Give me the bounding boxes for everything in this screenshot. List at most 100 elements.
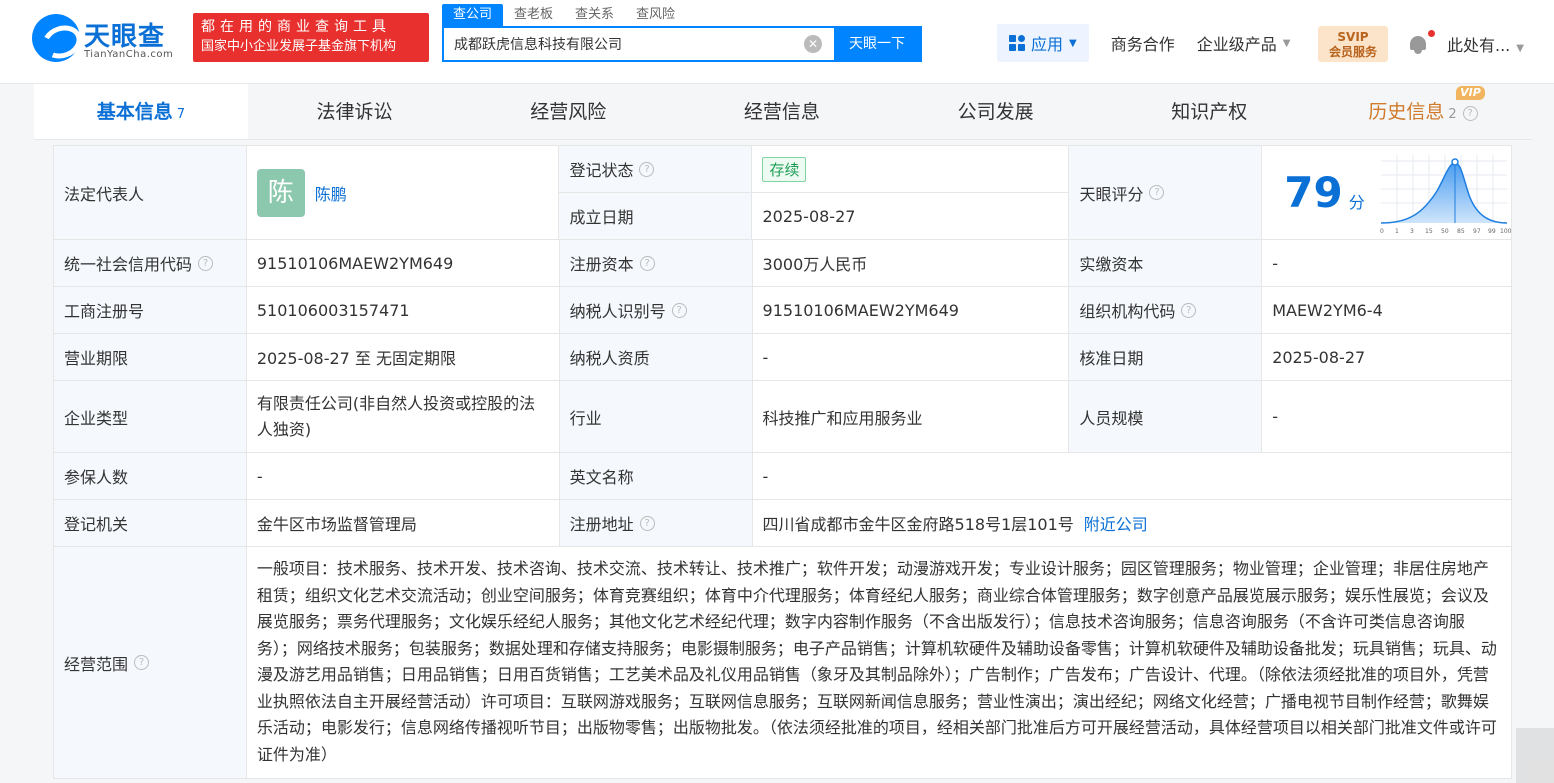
nav-enterprise-label: 企业级产品 bbox=[1196, 35, 1277, 54]
help-icon[interactable]: ? bbox=[639, 515, 655, 531]
nav-enterprise-products[interactable]: 企业级产品 ▼ bbox=[1197, 31, 1291, 55]
reg-capital-label: 注册资本 bbox=[569, 255, 634, 274]
clear-icon[interactable]: ✕ bbox=[804, 35, 822, 53]
help-icon[interactable]: ? bbox=[639, 255, 655, 271]
score-label-cell: 天眼评分? bbox=[1069, 146, 1263, 240]
insured-label: 参保人数 bbox=[54, 453, 247, 500]
table-row: 企业类型 有限责任公司(非自然人投资或控股的法人独资) 行业 科技推广和应用服务… bbox=[54, 381, 1513, 453]
user-menu[interactable]: 此处有... ▼ bbox=[1447, 32, 1524, 56]
tab-operating-info[interactable]: 经营信息 bbox=[675, 84, 889, 139]
help-icon[interactable]: ? bbox=[1462, 106, 1478, 121]
help-icon[interactable]: ? bbox=[1149, 185, 1165, 200]
basic-info-table: 法定代表人 陈 陈鹏 登记状态? 存续 成立日期 2025-08-27 天眼评分… bbox=[53, 145, 1513, 779]
axis-tick: 85 bbox=[1457, 228, 1465, 235]
notification-dot bbox=[1428, 30, 1435, 37]
tab-count: 7 bbox=[176, 107, 185, 122]
axis-tick: 3 bbox=[1410, 228, 1414, 235]
score-distribution-chart: 0 1 3 15 50 85 97 99 100 bbox=[1380, 154, 1511, 235]
address-value: 四川省成都市金牛区金府路518号1层101号 bbox=[762, 515, 1074, 534]
tab-label: 经营风险 bbox=[530, 101, 607, 123]
address-label-cell: 注册地址? bbox=[559, 500, 753, 547]
axis-tick: 50 bbox=[1441, 228, 1449, 235]
nearby-companies-link[interactable]: 附近公司 bbox=[1084, 511, 1148, 535]
tab-label: 知识产权 bbox=[1171, 101, 1248, 123]
table-row: 统一社会信用代码? 91510106MAEW2YM649 注册资本? 3000万… bbox=[54, 240, 1513, 287]
industry-value: 科技推广和应用服务业 bbox=[752, 381, 1070, 453]
scope-label: 经营范围 bbox=[64, 654, 129, 674]
vip-badge: VIP bbox=[1456, 86, 1485, 100]
tab-count: 2 bbox=[1448, 107, 1457, 122]
search-tab-relation[interactable]: 查关系 bbox=[564, 4, 625, 26]
tab-legal[interactable]: 法律诉讼 bbox=[248, 84, 462, 139]
axis-tick: 1 bbox=[1395, 228, 1399, 235]
search-button[interactable]: 天眼一下 bbox=[834, 28, 920, 60]
english-name-label: 英文名称 bbox=[559, 453, 753, 500]
help-icon[interactable]: ? bbox=[639, 161, 655, 177]
table-row: 经营范围? 一般项目：技术服务、技术开发、技术咨询、技术交流、技术转让、技术推广… bbox=[54, 547, 1512, 779]
biz-reg-no-label: 工商注册号 bbox=[54, 287, 247, 334]
avatar[interactable]: 陈 bbox=[256, 168, 305, 217]
reg-status-cell: 存续 bbox=[752, 146, 1070, 193]
term-value: 2025-08-27 至 无固定期限 bbox=[246, 334, 560, 381]
score-value: 79 bbox=[1284, 168, 1343, 217]
tab-operating-risk[interactable]: 经营风险 bbox=[461, 84, 675, 139]
search-box: ✕ 天眼一下 bbox=[442, 26, 922, 62]
table-row: 登记机关 金牛区市场监督管理局 注册地址? 四川省成都市金牛区金府路518号1层… bbox=[54, 500, 1512, 547]
reg-capital-value: 3000万人民币 bbox=[752, 240, 1070, 287]
reg-capital-label-cell: 注册资本? bbox=[559, 240, 753, 287]
help-icon[interactable]: ? bbox=[198, 255, 214, 271]
credit-code-label: 统一社会信用代码 bbox=[64, 255, 193, 274]
reg-authority-value: 金牛区市场监督管理局 bbox=[246, 500, 560, 547]
svip-button[interactable]: SVIP 会员服务 bbox=[1318, 26, 1388, 62]
credit-code-value: 91510106MAEW2YM649 bbox=[246, 240, 560, 287]
industry-label: 行业 bbox=[559, 381, 753, 453]
score-axis-ticks: 0 1 3 15 50 85 97 99 100 bbox=[1380, 228, 1511, 235]
credit-code-label-cell: 统一社会信用代码? bbox=[54, 240, 247, 287]
chevron-down-icon: ▼ bbox=[1282, 37, 1291, 49]
nav-business-label: 商务合作 bbox=[1110, 35, 1175, 54]
search-tab-boss[interactable]: 查老板 bbox=[503, 4, 564, 26]
taxpayer-id-label: 纳税人识别号 bbox=[569, 302, 666, 321]
status-date-block: 登记状态? 存续 成立日期 2025-08-27 bbox=[559, 146, 1070, 240]
score-cell[interactable]: 79 分 0 1 3 15 50 85 97 99 100 bbox=[1262, 146, 1512, 240]
status-badge: 存续 bbox=[762, 156, 807, 182]
tab-label: 公司发展 bbox=[957, 101, 1034, 123]
score-marker-dot bbox=[1450, 157, 1459, 166]
legal-rep-link[interactable]: 陈鹏 bbox=[315, 181, 347, 205]
search-tab-risk[interactable]: 查风险 bbox=[625, 4, 686, 26]
tab-label: 法律诉讼 bbox=[316, 101, 393, 123]
chevron-down-icon: ▼ bbox=[1069, 37, 1077, 49]
approve-date-value: 2025-08-27 bbox=[1262, 334, 1513, 381]
taxpayer-id-value: 91510106MAEW2YM649 bbox=[752, 287, 1070, 334]
tab-label: 基本信息 bbox=[96, 101, 173, 123]
slogan-line-1: 都在用的商业查询工具 bbox=[201, 19, 391, 35]
taxpayer-qual-label: 纳税人资质 bbox=[559, 334, 753, 381]
svip-crown-label: SVIP bbox=[1337, 30, 1369, 44]
apps-grid-icon bbox=[1009, 35, 1025, 51]
tab-ip[interactable]: 知识产权 bbox=[1102, 84, 1316, 139]
legal-rep-label: 法定代表人 bbox=[54, 146, 247, 240]
score-unit: 分 bbox=[1348, 192, 1365, 212]
paid-capital-label: 实缴资本 bbox=[1069, 240, 1263, 287]
tianyancha-logo[interactable]: 天眼查 TianYanCha.com bbox=[32, 14, 184, 64]
org-code-label: 组织机构代码 bbox=[1079, 302, 1176, 321]
tab-label: 历史信息 bbox=[1368, 101, 1445, 123]
user-name: 此处有... bbox=[1447, 36, 1511, 55]
help-icon[interactable]: ? bbox=[134, 655, 150, 670]
table-row: 法定代表人 陈 陈鹏 登记状态? 存续 成立日期 2025-08-27 天眼评分… bbox=[54, 146, 1512, 240]
tab-history[interactable]: 历史信息 2? VIP bbox=[1316, 84, 1530, 139]
apps-menu[interactable]: 应用 ▼ bbox=[997, 24, 1089, 62]
org-code-value: MAEW2YM6-4 bbox=[1262, 287, 1513, 334]
org-code-label-cell: 组织机构代码? bbox=[1069, 287, 1263, 334]
tab-development[interactable]: 公司发展 bbox=[889, 84, 1103, 139]
company-type-value: 有限责任公司(非自然人投资或控股的法人独资) bbox=[246, 381, 560, 453]
bell-icon[interactable] bbox=[1408, 34, 1428, 54]
approve-date-label: 核准日期 bbox=[1069, 334, 1263, 381]
tab-basic-info[interactable]: 基本信息 7 bbox=[34, 84, 248, 139]
search-input[interactable] bbox=[444, 28, 804, 60]
reg-status-label-cell: 登记状态? bbox=[559, 146, 753, 193]
nav-business-cooperation[interactable]: 商务合作 bbox=[1111, 31, 1175, 55]
help-icon[interactable]: ? bbox=[671, 302, 687, 318]
search-tab-company[interactable]: 查公司 bbox=[442, 4, 504, 26]
help-icon[interactable]: ? bbox=[1181, 302, 1197, 318]
